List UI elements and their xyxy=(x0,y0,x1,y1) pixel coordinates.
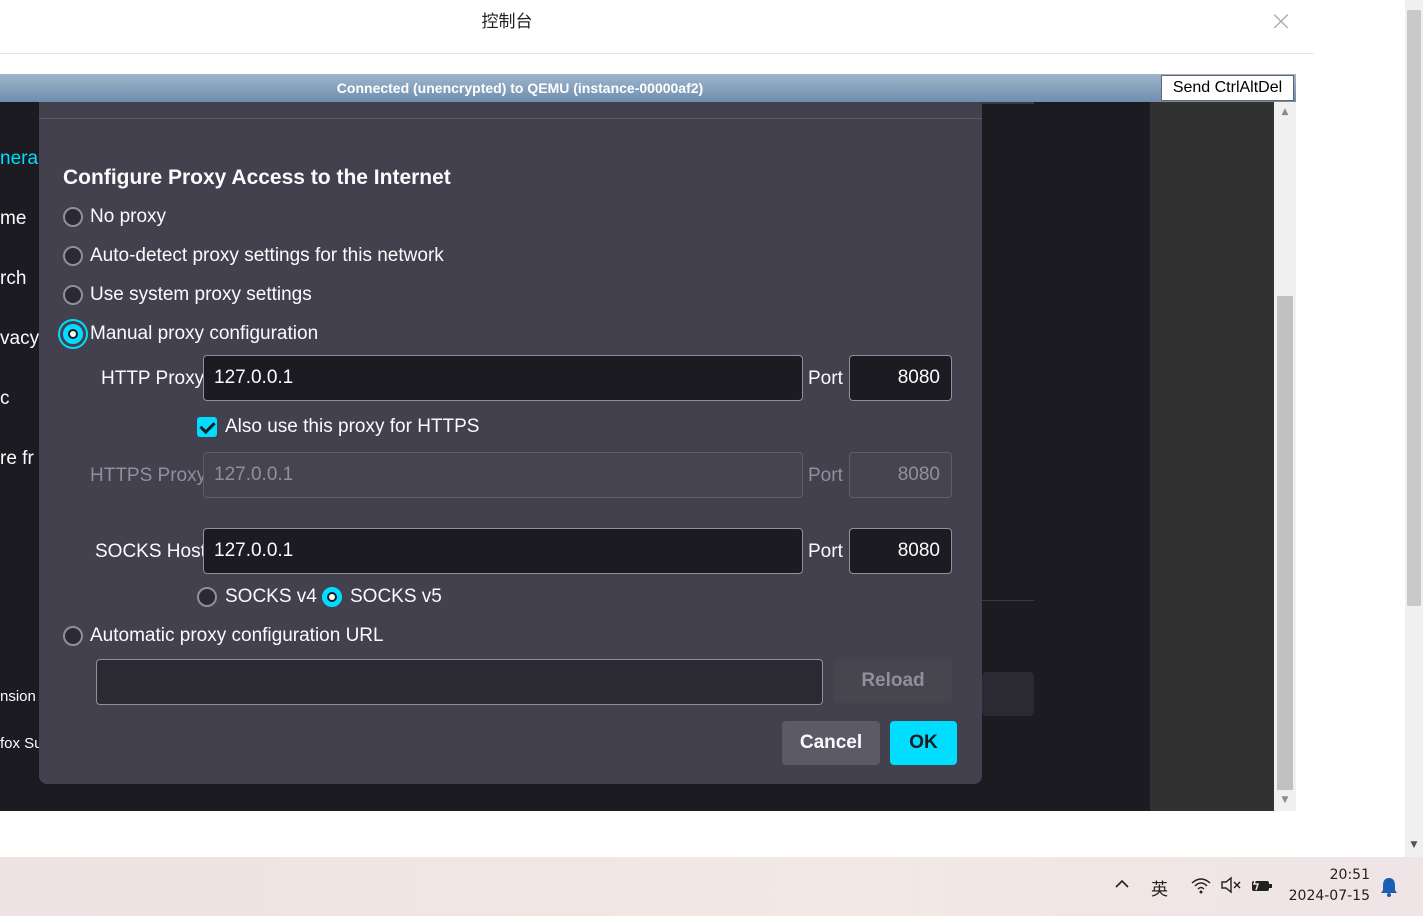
radio-socks-v4[interactable] xyxy=(197,587,217,607)
page-scrollbar[interactable]: ▼ xyxy=(1405,0,1423,857)
https-proxy-label: HTTPS Proxy xyxy=(90,465,207,486)
also-https-checkbox[interactable] xyxy=(197,417,217,437)
title-divider xyxy=(0,53,1314,54)
ok-button[interactable]: OK xyxy=(890,721,957,765)
dialog-header-divider xyxy=(39,118,982,119)
scroll-up-icon[interactable]: ▲ xyxy=(1274,104,1296,120)
socks-port-label: Port xyxy=(808,541,843,562)
radio-auto-url[interactable] xyxy=(63,626,83,646)
sidebar-item-home[interactable]: me xyxy=(0,208,26,230)
label-manual[interactable]: Manual proxy configuration xyxy=(90,323,318,345)
socks-port-input[interactable]: 8080 xyxy=(849,528,952,574)
vnc-status-bar: Connected (unencrypted) to QEMU (instanc… xyxy=(0,74,1296,102)
scroll-down-icon[interactable]: ▼ xyxy=(1274,792,1296,808)
label-socks-v4[interactable]: SOCKS v4 xyxy=(225,586,317,608)
sidebar-item-general[interactable]: neral xyxy=(0,148,42,170)
https-proxy-input: 127.0.0.1 xyxy=(203,452,803,498)
vnc-bottom-margin xyxy=(0,811,1274,836)
label-use-system[interactable]: Use system proxy settings xyxy=(90,284,312,306)
radio-no-proxy[interactable] xyxy=(63,207,83,227)
label-auto-detect[interactable]: Auto-detect proxy settings for this netw… xyxy=(90,245,444,267)
http-port-input[interactable]: 8080 xyxy=(849,355,952,401)
proxy-settings-dialog: Configure Proxy Access to the Internet N… xyxy=(39,102,982,784)
also-https-label[interactable]: Also use this proxy for HTTPS xyxy=(225,416,479,438)
page-scrollbar-thumb[interactable] xyxy=(1407,10,1421,606)
volume-muted-icon[interactable] xyxy=(1220,876,1242,894)
sidebar-item-sync[interactable]: c xyxy=(0,388,10,410)
https-port-label: Port xyxy=(808,465,843,486)
radio-manual[interactable] xyxy=(63,324,83,344)
sidebar-item-search[interactable]: rch xyxy=(0,268,26,290)
background-divider xyxy=(982,102,1034,104)
radio-socks-v5[interactable] xyxy=(322,587,342,607)
sidebar-item-privacy[interactable]: vacy xyxy=(0,328,39,350)
vnc-screen[interactable]: neral me rch vacy c re fr nsion fox Su C… xyxy=(0,102,1150,811)
wifi-icon[interactable] xyxy=(1190,876,1212,894)
socks-host-label: SOCKS Host xyxy=(95,541,206,562)
background-divider xyxy=(982,600,1034,601)
label-socks-v5[interactable]: SOCKS v5 xyxy=(350,586,442,608)
notification-bell-icon[interactable] xyxy=(1380,876,1398,898)
vnc-status-text: Connected (unencrypted) to QEMU (instanc… xyxy=(336,80,704,96)
clock-date[interactable]: 2024-07-15 xyxy=(1270,888,1370,904)
inner-scrollbar[interactable]: ▲ ▼ xyxy=(1274,102,1296,811)
sidebar-item-extensions[interactable]: nsion xyxy=(0,688,36,705)
http-proxy-label: HTTP Proxy xyxy=(101,368,205,389)
reload-button: Reload xyxy=(834,659,952,703)
auto-url-input[interactable] xyxy=(96,659,823,705)
https-port-input: 8080 xyxy=(849,452,952,498)
cancel-button[interactable]: Cancel xyxy=(782,721,880,765)
sidebar-item-firefox-support[interactable]: fox Su xyxy=(0,735,43,752)
label-auto-url[interactable]: Automatic proxy configuration URL xyxy=(90,625,384,647)
ime-indicator[interactable]: 英 xyxy=(1151,875,1168,900)
page-scroll-down-icon[interactable]: ▼ xyxy=(1405,836,1423,854)
inner-scrollbar-thumb[interactable] xyxy=(1277,296,1293,790)
close-icon[interactable]: × xyxy=(1266,6,1296,36)
taskbar: 英 20:51 2024-07-15 xyxy=(0,857,1423,916)
vnc-margin xyxy=(1150,102,1274,811)
socks-host-input[interactable]: 127.0.0.1 xyxy=(203,528,803,574)
proxy-heading: Configure Proxy Access to the Internet xyxy=(63,166,451,189)
background-field xyxy=(982,672,1034,716)
http-proxy-input[interactable]: 127.0.0.1 xyxy=(203,355,803,401)
clock-time[interactable]: 20:51 xyxy=(1290,867,1370,883)
chevron-up-icon[interactable] xyxy=(1113,875,1131,893)
label-no-proxy[interactable]: No proxy xyxy=(90,206,166,228)
send-ctrlaltdel-button[interactable]: Send CtrlAltDel xyxy=(1161,75,1294,101)
dialog-title: 控制台 xyxy=(481,12,533,32)
sidebar-item-more-from[interactable]: re fr xyxy=(0,448,34,470)
radio-auto-detect[interactable] xyxy=(63,246,83,266)
console-dialog: 控制台 × Connected (unencrypted) to QEMU (i… xyxy=(0,0,1314,836)
radio-use-system[interactable] xyxy=(63,285,83,305)
http-port-label: Port xyxy=(808,368,843,389)
page-margin xyxy=(1314,836,1382,857)
